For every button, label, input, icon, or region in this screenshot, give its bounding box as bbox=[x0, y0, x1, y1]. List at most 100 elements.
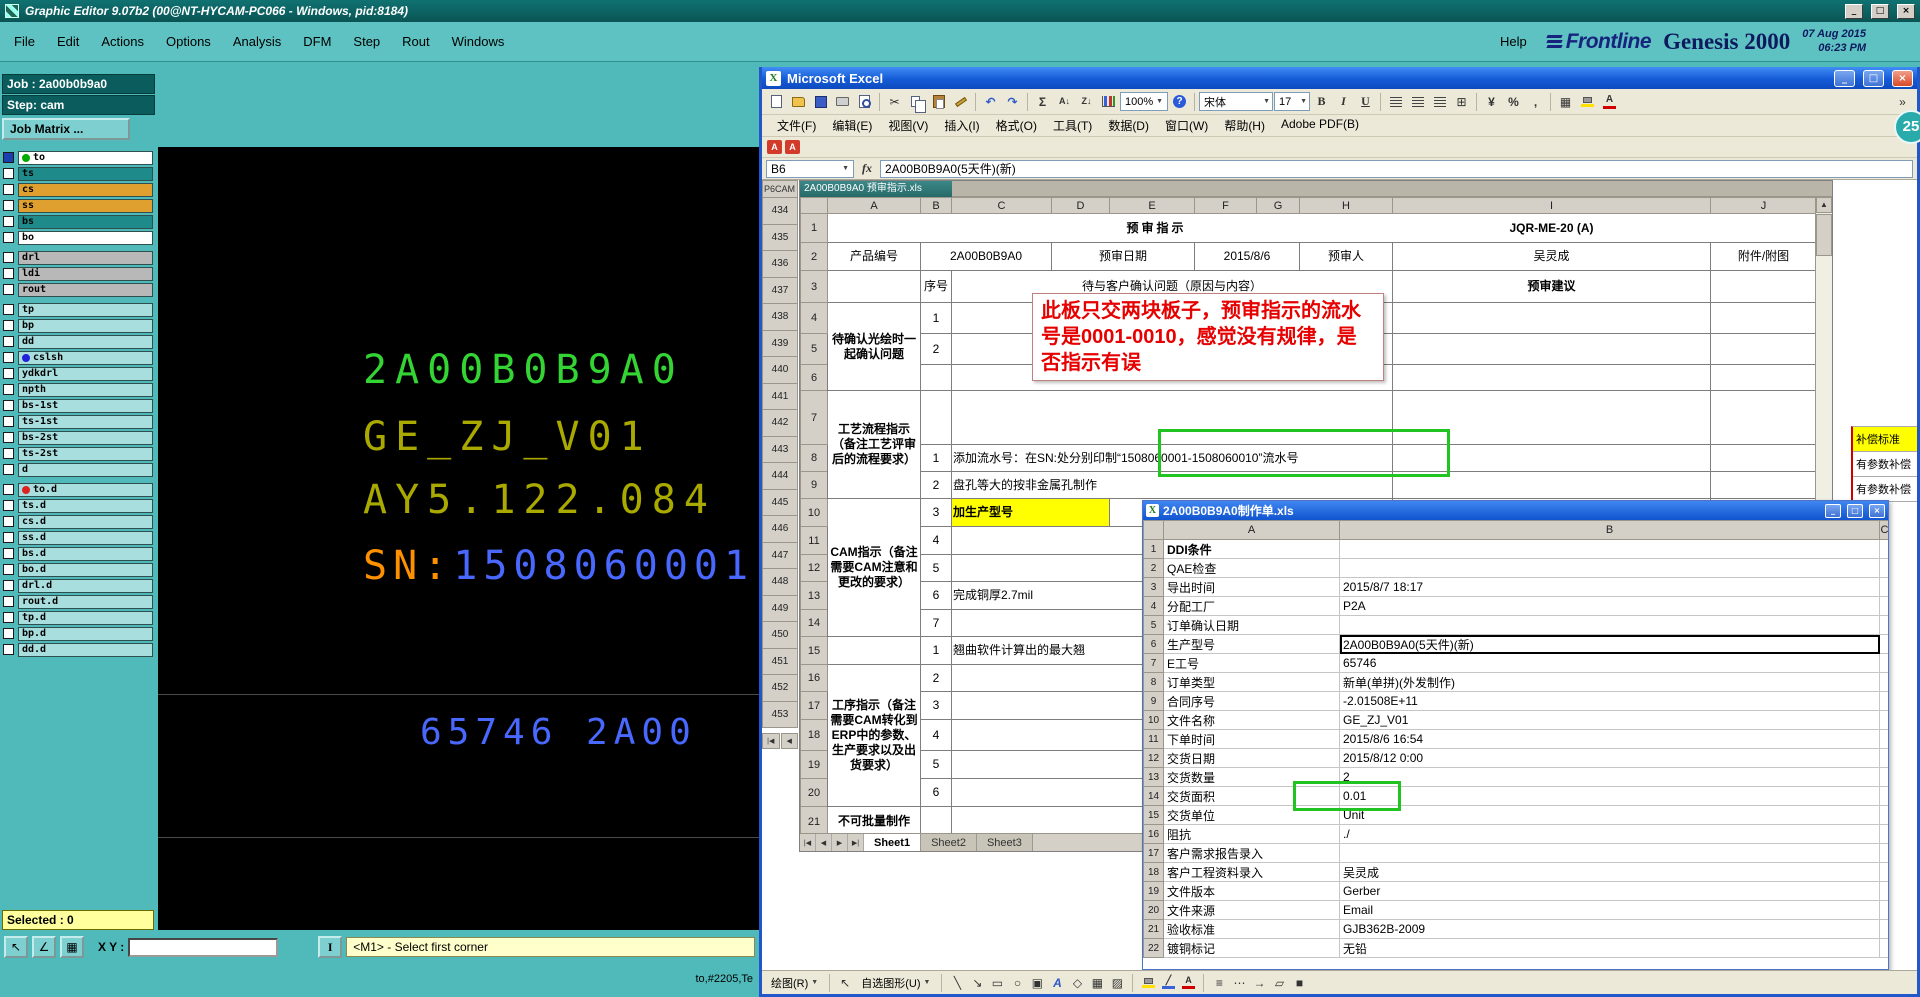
autosum-icon[interactable]: Σ bbox=[1032, 91, 1053, 112]
layer-row[interactable]: dd.d bbox=[3, 642, 153, 657]
format-painter-icon[interactable] bbox=[950, 91, 971, 112]
fill-color-icon[interactable] bbox=[1140, 977, 1156, 988]
bold-button[interactable]: B bbox=[1311, 91, 1332, 112]
textbox-icon[interactable]: ▣ bbox=[1029, 976, 1045, 990]
cell[interactable]: 预审日期 bbox=[1051, 242, 1195, 271]
cell[interactable]: 6 bbox=[920, 778, 952, 807]
cell[interactable]: 2015/8/6 bbox=[1194, 242, 1300, 271]
text-cursor-button[interactable]: I bbox=[318, 936, 343, 958]
layer-visibility-checkbox[interactable] bbox=[3, 644, 14, 655]
mto-value-cell[interactable]: GE_ZJ_V01 bbox=[1339, 710, 1880, 730]
cell[interactable] bbox=[1711, 214, 1816, 243]
cell[interactable] bbox=[1879, 596, 1888, 616]
mto-label-cell[interactable]: DDI条件 bbox=[1163, 539, 1340, 559]
cell[interactable] bbox=[1710, 471, 1815, 499]
genesis-close-button[interactable]: × bbox=[1897, 3, 1915, 19]
row-header[interactable]: 15 bbox=[1143, 805, 1164, 825]
group-label[interactable]: CAM指示（备注需要CAM注意和更改的要求） bbox=[827, 498, 921, 637]
row-header[interactable]: 450 bbox=[762, 622, 798, 649]
clipart-icon[interactable]: ▦ bbox=[1089, 976, 1105, 990]
selected-cell-b6[interactable]: 2A00B0B9A0(5天件)(新) bbox=[1339, 634, 1880, 654]
tab-next-icon[interactable]: ▶ bbox=[832, 834, 848, 851]
layer-row[interactable]: ts-2st bbox=[3, 446, 153, 461]
cell[interactable] bbox=[1879, 539, 1888, 559]
cell[interactable] bbox=[1710, 270, 1815, 303]
chart-wizard-icon[interactable] bbox=[1098, 91, 1119, 112]
mto-value-cell[interactable]: Email bbox=[1339, 900, 1880, 920]
cell[interactable]: C bbox=[1879, 520, 1888, 540]
cell[interactable]: 4 bbox=[920, 526, 952, 555]
cell[interactable]: 1 bbox=[800, 213, 828, 243]
review-window-titlebar[interactable]: 2A00B0B9A0 预审指示.xls bbox=[800, 181, 1832, 197]
layer-name[interactable]: cslsh bbox=[18, 350, 153, 365]
row-header[interactable]: 446 bbox=[762, 516, 798, 543]
fill-color-icon[interactable] bbox=[1577, 91, 1598, 112]
cell[interactable] bbox=[1879, 919, 1888, 939]
picture-icon[interactable]: ▨ bbox=[1109, 976, 1125, 990]
mto-label-cell[interactable]: 订单类型 bbox=[1163, 672, 1340, 692]
menu-actions[interactable]: Actions bbox=[101, 34, 144, 49]
cell[interactable]: 2 bbox=[920, 664, 952, 692]
layer-name[interactable]: cs bbox=[18, 182, 153, 197]
menu-options[interactable]: Options bbox=[166, 34, 211, 49]
dash-style-icon[interactable]: ⋯ bbox=[1231, 976, 1247, 990]
layer-row[interactable]: bp.d bbox=[3, 626, 153, 641]
borders-icon[interactable]: ▦ bbox=[1555, 91, 1576, 112]
mto-value-cell[interactable]: -2.01508E+11 bbox=[1339, 691, 1880, 711]
cell[interactable]: G bbox=[1256, 197, 1300, 214]
layer-row[interactable]: to bbox=[3, 150, 153, 165]
cell[interactable]: H bbox=[1299, 197, 1393, 214]
row-header[interactable]: 436 bbox=[762, 251, 798, 278]
copy-icon[interactable] bbox=[906, 91, 927, 113]
cell[interactable] bbox=[1879, 767, 1888, 787]
row-header[interactable]: 444 bbox=[762, 463, 798, 490]
layer-name[interactable]: ss bbox=[18, 198, 153, 213]
row-header[interactable]: 1 bbox=[1143, 539, 1164, 559]
layer-name[interactable]: cs.d bbox=[18, 514, 153, 529]
excel-menu-item[interactable]: 窗口(W) bbox=[1158, 115, 1215, 136]
redo-icon[interactable]: ↷ bbox=[1002, 91, 1023, 112]
menu-windows[interactable]: Windows bbox=[452, 34, 505, 49]
cell[interactable]: 4 bbox=[800, 302, 828, 334]
layer-name[interactable]: bp bbox=[18, 318, 153, 333]
layer-row[interactable]: ydkdrl bbox=[3, 366, 153, 381]
mto-value-cell[interactable]: 0.01 bbox=[1339, 786, 1880, 806]
grid-icon[interactable]: ▦ bbox=[60, 936, 84, 958]
layer-visibility-checkbox[interactable] bbox=[3, 200, 14, 211]
currency-icon[interactable]: ¥ bbox=[1481, 91, 1502, 112]
cell[interactable] bbox=[1879, 577, 1888, 597]
excel-menu-item[interactable]: 帮助(H) bbox=[1217, 115, 1272, 136]
row-header[interactable]: 452 bbox=[762, 675, 798, 702]
select-all-corner[interactable] bbox=[800, 197, 828, 214]
cell[interactable] bbox=[827, 270, 921, 303]
group-label[interactable]: 工序指示（备注需要CAM转化到ERP中的参数、生产要求以及出货要求） bbox=[827, 664, 921, 807]
cell[interactable]: B bbox=[920, 197, 952, 214]
genesis-titlebar[interactable]: Graphic Editor 9.07b2 (00@NT-HYCAM-PC066… bbox=[0, 0, 1920, 22]
excel-menu-item[interactable]: 格式(O) bbox=[989, 115, 1044, 136]
convert-and-email-pdf-icon[interactable]: A bbox=[785, 140, 800, 154]
row-header[interactable]: 449 bbox=[762, 595, 798, 622]
layer-name[interactable]: rout.d bbox=[18, 594, 153, 609]
genesis-maximize-button[interactable]: □ bbox=[1871, 3, 1889, 19]
side-cell[interactable]: 有参数补偿 bbox=[1853, 452, 1917, 477]
excel-close-button[interactable]: × bbox=[1892, 69, 1913, 87]
cell[interactable] bbox=[827, 636, 921, 665]
row-header[interactable]: 442 bbox=[762, 410, 798, 437]
select-all-corner[interactable] bbox=[1143, 520, 1164, 540]
layer-visibility-checkbox[interactable] bbox=[3, 168, 14, 179]
layer-row[interactable]: bs-1st bbox=[3, 398, 153, 413]
layer-row[interactable]: tp bbox=[3, 302, 153, 317]
background-sheet-corner[interactable]: P6CAM bbox=[762, 180, 798, 198]
cell[interactable] bbox=[1879, 634, 1888, 654]
layer-row[interactable]: rout.d bbox=[3, 594, 153, 609]
rectangle-icon[interactable]: ▭ bbox=[989, 976, 1005, 990]
row-header[interactable]: 19 bbox=[1143, 881, 1164, 901]
row-header[interactable]: 451 bbox=[762, 648, 798, 675]
row-header[interactable]: 13 bbox=[1143, 767, 1164, 787]
cell[interactable] bbox=[1392, 364, 1711, 391]
mto-label-cell[interactable]: 下单时间 bbox=[1163, 729, 1340, 749]
cell[interactable]: 21 bbox=[800, 806, 828, 833]
cell[interactable] bbox=[1879, 786, 1888, 806]
mto-value-cell[interactable]: Unit bbox=[1339, 805, 1880, 825]
select-objects-icon[interactable]: ↖ bbox=[837, 976, 853, 990]
